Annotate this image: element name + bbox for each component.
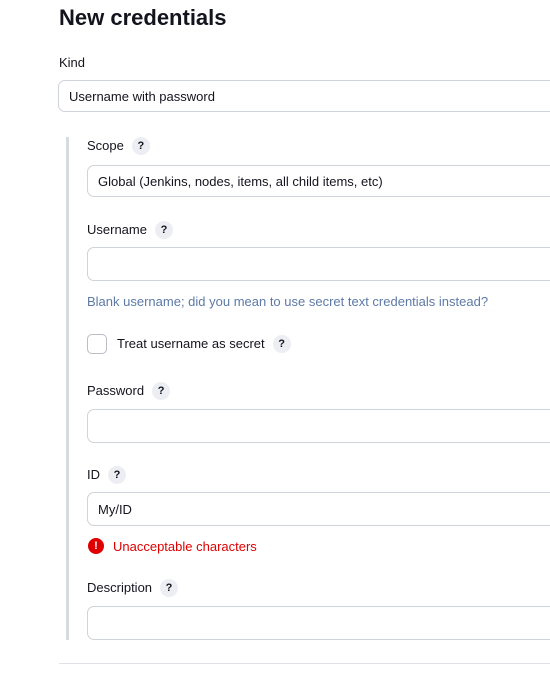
section-indent-bar bbox=[66, 137, 69, 640]
page-title: New credentials bbox=[59, 5, 227, 30]
id-label-text: ID bbox=[87, 467, 100, 482]
username-label-text: Username bbox=[87, 222, 147, 237]
error-icon: ! bbox=[88, 538, 104, 554]
description-input[interactable] bbox=[87, 606, 550, 640]
password-label-text: Password bbox=[87, 383, 145, 398]
scope-help-icon[interactable]: ? bbox=[131, 137, 150, 155]
username-label: Username ? bbox=[87, 221, 173, 239]
password-input[interactable] bbox=[87, 409, 550, 443]
description-label-text: Description bbox=[87, 580, 153, 595]
treat-secret-label-text: Treat username as secret bbox=[117, 336, 265, 351]
password-help-icon[interactable]: ? bbox=[152, 382, 171, 400]
treat-username-secret-checkbox[interactable] bbox=[87, 334, 107, 354]
username-hint: Blank username; did you mean to use secr… bbox=[87, 294, 489, 309]
id-error: ! Unacceptable characters bbox=[88, 538, 257, 554]
username-input[interactable] bbox=[87, 247, 550, 281]
description-label: Description ? bbox=[87, 579, 179, 597]
username-help-icon[interactable]: ? bbox=[154, 221, 173, 239]
scope-label: Scope ? bbox=[87, 137, 150, 155]
kind-select-value: Username with password bbox=[69, 88, 215, 104]
kind-label: Kind bbox=[59, 54, 85, 72]
treat-secret-label: Treat username as secret ? bbox=[117, 335, 291, 353]
bottom-divider bbox=[59, 663, 550, 664]
scope-select[interactable]: Global (Jenkins, nodes, items, all child… bbox=[87, 165, 550, 197]
id-help-icon[interactable]: ? bbox=[108, 466, 126, 484]
id-error-text: Unacceptable characters bbox=[113, 538, 257, 554]
kind-label-text: Kind bbox=[59, 55, 86, 70]
treat-secret-help-icon[interactable]: ? bbox=[272, 335, 291, 353]
id-label: ID ? bbox=[87, 466, 126, 484]
password-label: Password ? bbox=[87, 382, 171, 400]
kind-select[interactable]: Username with password bbox=[58, 80, 550, 112]
scope-label-text: Scope bbox=[87, 138, 124, 153]
scope-select-value: Global (Jenkins, nodes, items, all child… bbox=[98, 173, 383, 189]
id-input[interactable] bbox=[87, 492, 550, 526]
description-help-icon[interactable]: ? bbox=[160, 579, 179, 597]
